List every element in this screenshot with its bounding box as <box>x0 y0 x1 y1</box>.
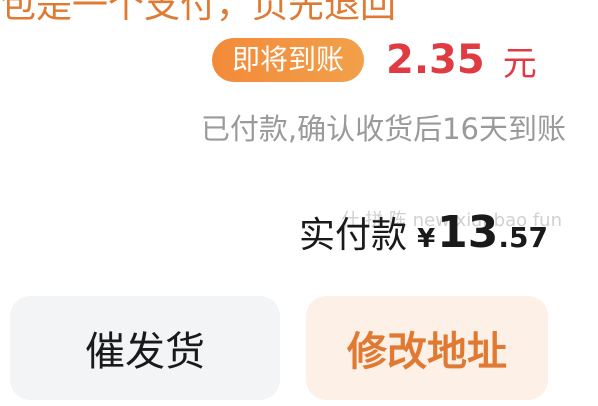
arrival-amount: 2.35 <box>386 37 485 83</box>
arrival-row: 即将到账 2.35 元 <box>212 36 537 84</box>
currency-symbol: ¥ <box>417 224 436 254</box>
settlement-status: 已付款,确认收货后16天到账 <box>200 112 566 146</box>
cut-off-text: 包是一个支付，页先退回 <box>0 0 397 26</box>
arrival-badge: 即将到账 <box>212 38 365 82</box>
urge-shipment-button[interactable]: 催发货 <box>10 296 280 400</box>
paid-label: 实付款 <box>299 215 408 256</box>
paid-amount-decimal: .57 <box>498 221 548 254</box>
modify-address-button[interactable]: 修改地址 <box>306 296 548 400</box>
paid-amount-integer: 13 <box>437 207 499 258</box>
paid-amount-row: 实付款 ¥ 13 .57 <box>299 206 548 262</box>
arrival-amount-unit: 元 <box>502 43 537 84</box>
